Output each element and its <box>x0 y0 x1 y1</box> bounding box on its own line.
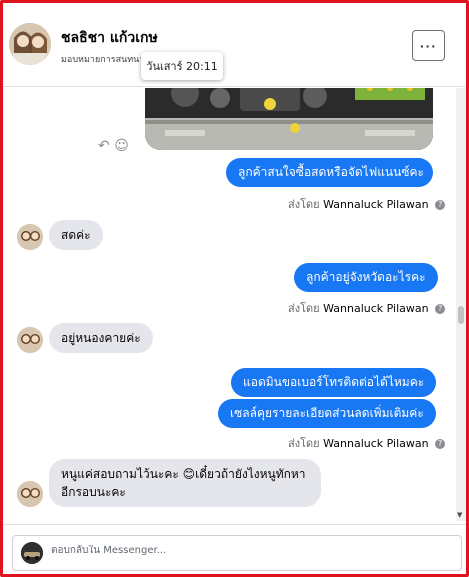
sender-name[interactable]: Wannaluck Pilawan <box>323 302 429 315</box>
reply-input[interactable] <box>51 545 431 556</box>
sent-by-label: ส่งโดย Wannaluck Pilawan ? <box>288 434 446 452</box>
sent-by-label: ส่งโดย Wannaluck Pilawan ? <box>288 299 446 317</box>
outgoing-message[interactable]: เซลล์คุยรายละเอียดส่วนลดเพิ่มเติมค่ะ <box>218 399 436 428</box>
incoming-message[interactable]: หนูแค่สอบถามไว้นะคะ 😊เดี๋ยวถ้ายังไงหนูทั… <box>49 459 321 507</box>
sender-name[interactable]: Wannaluck Pilawan <box>323 437 429 450</box>
conversation-header: ชลธิชา แก้วเกษ มอบหมายการสนทนา ··· <box>3 3 466 87</box>
outgoing-message[interactable]: ลูกค้าสนใจซื้อสดหรือจัดไฟแนนซ์คะ <box>226 158 433 187</box>
contact-avatar-small[interactable] <box>17 327 43 353</box>
message-thread: ↶ ☺ ลูกค้าสนใจซื้อสดหรือจัดไฟแนนซ์คะ ส่ง… <box>3 88 456 521</box>
reply-composer <box>3 524 466 574</box>
contact-avatar-small[interactable] <box>17 224 43 250</box>
message-actions: ↶ ☺ <box>98 138 129 154</box>
assign-conversation-link[interactable]: มอบหมายการสนทนา <box>61 52 141 66</box>
reply-icon[interactable]: ↶ <box>98 138 110 154</box>
contact-name[interactable]: ชลธิชา แก้วเกษ <box>61 27 158 49</box>
page-avatar <box>21 542 43 564</box>
sender-name[interactable]: Wannaluck Pilawan <box>323 198 429 211</box>
contact-avatar-small[interactable] <box>17 481 43 507</box>
incoming-message[interactable]: สดค่ะ <box>49 220 103 250</box>
scroll-down-arrow-icon[interactable]: ▼ <box>457 511 462 519</box>
info-icon[interactable]: ? <box>435 304 446 314</box>
info-icon[interactable]: ? <box>435 200 446 210</box>
smiley-icon[interactable]: ☺ <box>114 138 129 154</box>
thread-scrollbar[interactable]: ▼ <box>456 88 466 521</box>
more-options-button[interactable]: ··· <box>412 30 445 61</box>
info-icon[interactable]: ? <box>435 439 446 449</box>
scrollbar-thumb[interactable] <box>458 306 464 324</box>
outgoing-message[interactable]: ลูกค้าอยู่จังหวัดอะไรคะ <box>294 263 438 292</box>
messenger-window: ชลธิชา แก้วเกษ มอบหมายการสนทนา ··· วันเส… <box>0 0 469 577</box>
incoming-message[interactable]: อยู่หนองคายค่ะ <box>49 323 153 353</box>
timestamp-tooltip: วันเสาร์ 20:11 <box>141 52 223 80</box>
outgoing-message[interactable]: แอดมินขอเบอร์โทรติดต่อได้ไหมคะ <box>231 368 437 397</box>
engine-photo[interactable] <box>145 88 433 150</box>
sent-by-label: ส่งโดย Wannaluck Pilawan ? <box>288 195 446 213</box>
contact-avatar[interactable] <box>9 23 51 65</box>
reply-box[interactable] <box>12 535 462 571</box>
